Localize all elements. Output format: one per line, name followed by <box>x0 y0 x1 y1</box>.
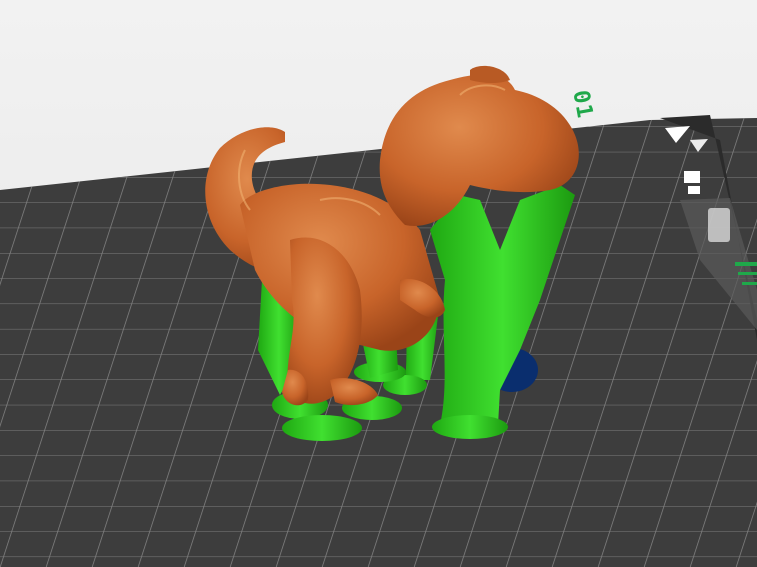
3d-viewport[interactable]: 01 <box>0 0 757 567</box>
plate-number-label: 01 <box>567 88 598 121</box>
build-plate-scene[interactable] <box>0 0 757 567</box>
